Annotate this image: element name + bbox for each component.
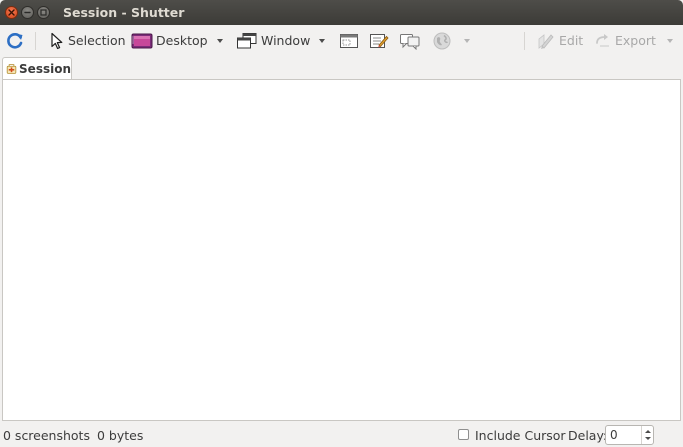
tooltip-icon — [400, 33, 420, 50]
export-button: Export — [594, 25, 656, 56]
tab-session[interactable]: Session — [2, 57, 72, 79]
spin-down-icon[interactable] — [644, 437, 651, 440]
window-label: Window — [261, 33, 311, 48]
cursor-arrow-icon — [51, 32, 63, 49]
include-cursor-checkbox[interactable] — [458, 429, 469, 440]
session-icon — [6, 63, 17, 74]
shutter-window: Session - Shutter Selection Desktop Wind… — [0, 0, 683, 447]
export-label: Export — [615, 33, 656, 48]
edit-button: Edit — [536, 25, 583, 56]
toolbar: Selection Desktop Window Edit Export — [0, 25, 683, 56]
desktop-label: Desktop — [156, 33, 208, 48]
refresh-icon — [7, 32, 23, 49]
window-dropdown-button[interactable] — [315, 25, 329, 56]
maximize-window-button[interactable] — [37, 6, 50, 19]
session-content-area[interactable] — [2, 79, 681, 421]
section-window-icon — [340, 33, 358, 48]
chevron-down-icon — [319, 38, 325, 43]
desktop-button[interactable]: Desktop — [131, 25, 208, 56]
chevron-down-icon — [667, 38, 673, 43]
desktop-dropdown-button[interactable] — [213, 25, 227, 56]
chevron-down-icon — [217, 38, 223, 43]
window-title: Session - Shutter — [63, 5, 185, 20]
menu-capture-button[interactable] — [369, 25, 389, 56]
selection-label: Selection — [68, 33, 126, 48]
edit-icon — [538, 33, 554, 49]
window-controls — [5, 6, 50, 19]
close-window-button[interactable] — [5, 6, 18, 19]
maximize-icon — [40, 9, 47, 16]
minimize-icon — [24, 11, 31, 14]
menu-edit-icon — [370, 33, 389, 48]
include-cursor-label[interactable]: Include Cursor — [475, 428, 566, 443]
delay-spinbutton[interactable]: 0 — [605, 425, 654, 445]
web-dropdown-button — [461, 25, 473, 56]
status-bar: 0 screenshots 0 bytes Include Cursor Del… — [0, 423, 683, 447]
toolbar-separator — [524, 32, 525, 50]
chevron-down-icon — [464, 38, 470, 43]
spin-up-icon[interactable] — [644, 430, 651, 433]
selection-button[interactable]: Selection — [49, 25, 126, 56]
tab-session-label: Session — [19, 61, 71, 76]
section-capture-button[interactable] — [339, 25, 359, 56]
delay-label: Delay: — [568, 427, 608, 443]
web-capture-button — [432, 25, 452, 56]
refresh-button[interactable] — [5, 25, 25, 56]
close-icon — [8, 9, 15, 16]
total-size: 0 bytes — [96, 427, 144, 443]
globe-icon — [433, 32, 451, 49]
delay-input[interactable]: 0 — [606, 426, 641, 444]
edit-label: Edit — [559, 33, 584, 48]
export-icon — [596, 33, 609, 47]
screenshot-count: 0 screenshots — [3, 427, 90, 443]
desktop-icon — [131, 33, 153, 48]
tooltip-capture-button[interactable] — [399, 25, 421, 56]
window-capture-button[interactable]: Window — [236, 25, 310, 56]
toolbar-separator — [35, 32, 36, 50]
window-icon — [237, 32, 257, 48]
delay-spin-buttons — [641, 426, 653, 444]
title-bar[interactable]: Session - Shutter — [0, 0, 683, 25]
export-dropdown-button — [664, 25, 676, 56]
minimize-window-button[interactable] — [21, 6, 34, 19]
session-stats: 0 screenshots 0 bytes — [3, 428, 143, 443]
